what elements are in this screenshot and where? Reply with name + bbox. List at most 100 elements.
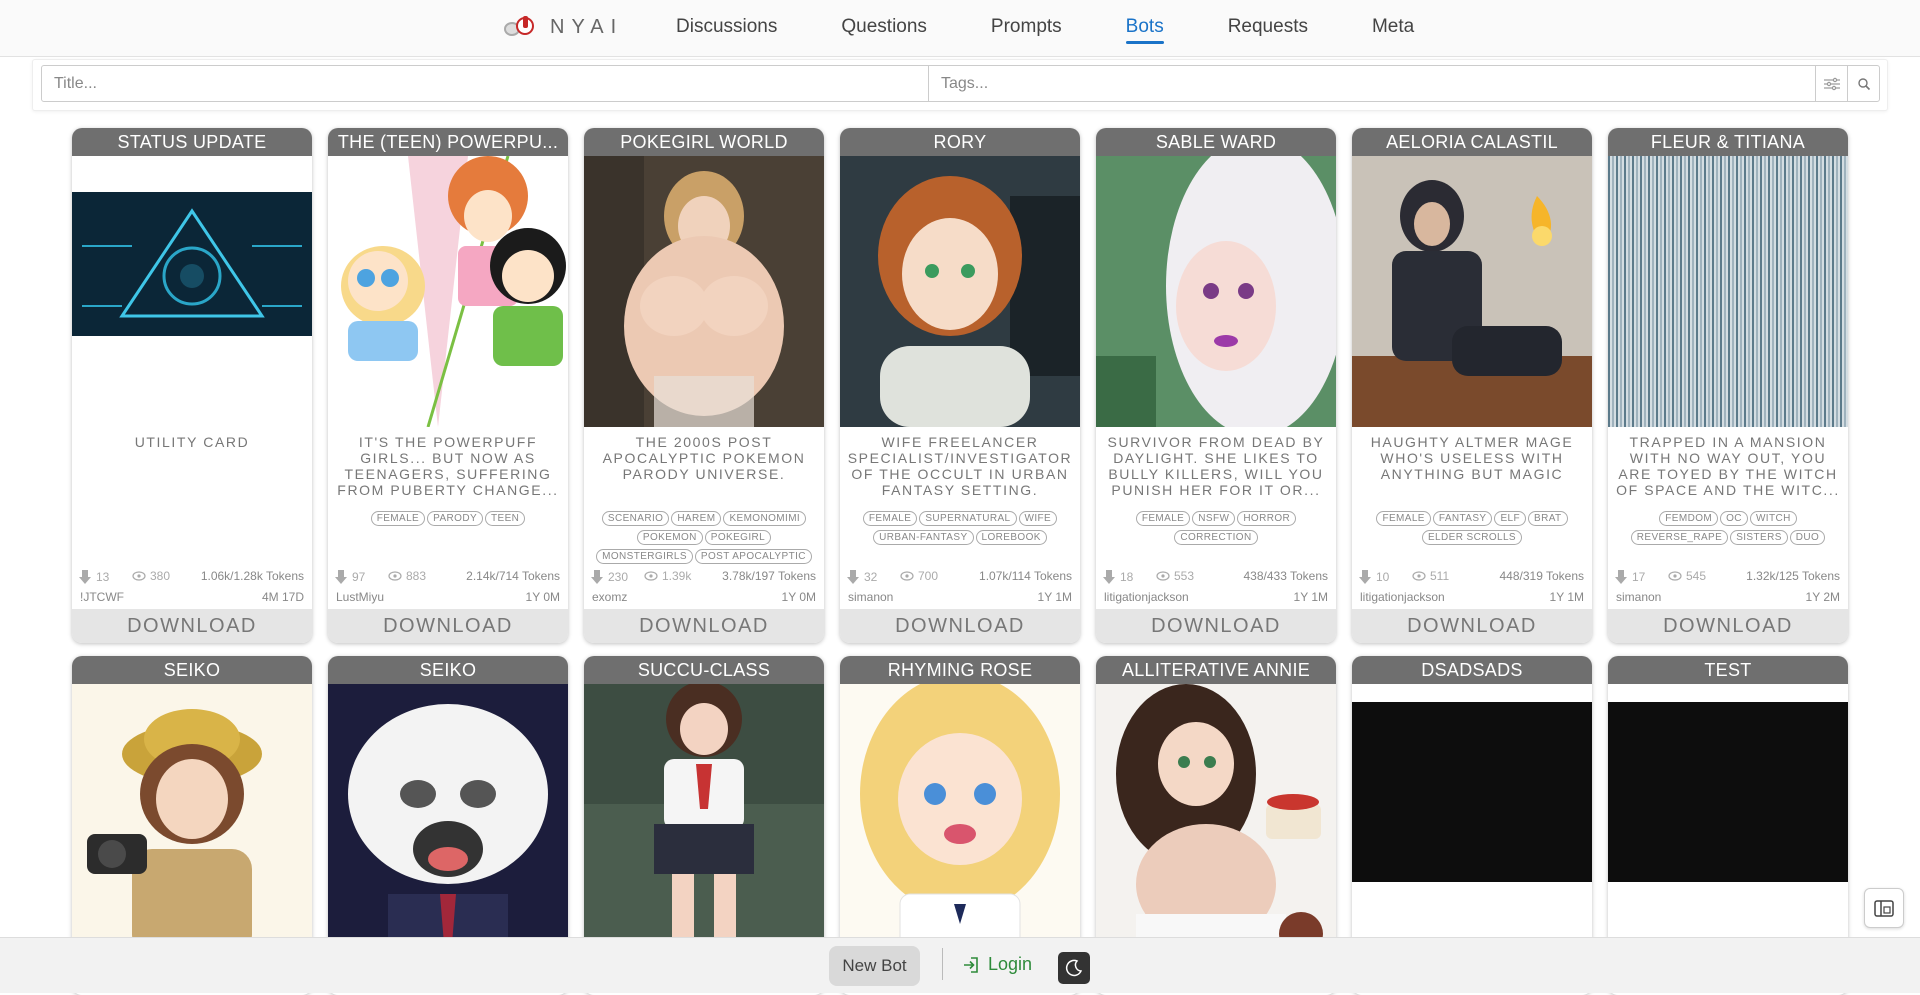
card-image[interactable] — [328, 684, 568, 955]
tag-chip[interactable]: ELF — [1494, 511, 1527, 526]
tag-chip[interactable]: FEMDOM — [1659, 511, 1719, 526]
tag-chip[interactable]: LOREBOOK — [975, 530, 1047, 545]
card-title[interactable]: ALLITERATIVE ANNIE — [1096, 656, 1336, 684]
bot-card[interactable]: POKEGIRL WORLD THE 2000S POST APOCALYPTI… — [584, 128, 824, 643]
tag-chip[interactable]: SUPERNATURAL — [919, 511, 1017, 526]
view-count: 545 — [1686, 569, 1707, 583]
card-title[interactable]: DSADSADS — [1352, 656, 1592, 684]
tag-chip[interactable]: SCENARIO — [601, 511, 670, 526]
tag-chip[interactable]: POST APOCALYPTIC — [694, 549, 812, 564]
tag-chip[interactable]: FEMALE — [862, 511, 918, 526]
tag-chip[interactable]: DUO — [1789, 530, 1826, 545]
bot-card[interactable]: STATUS UPDATE UTILITY CARD 13 380 1.06k/… — [72, 128, 312, 643]
card-title[interactable]: SEIKO — [328, 656, 568, 684]
card-title[interactable]: RORY — [840, 128, 1080, 156]
bot-card[interactable]: THE (TEEN) POWERPU... IT'S THE POWERPUFF… — [328, 128, 568, 643]
download-button[interactable]: DOWNLOAD — [1096, 609, 1336, 643]
author-link[interactable]: simanon — [1616, 590, 1661, 604]
author-link[interactable]: !JTCWF — [80, 590, 124, 604]
bot-card[interactable]: AELORIA CALASTIL HAUGHTY ALTMER MAGE WHO… — [1352, 128, 1592, 643]
tag-chip[interactable]: POKEMON — [636, 530, 703, 545]
download-button[interactable]: DOWNLOAD — [72, 609, 312, 643]
card-title[interactable]: SUCCU-CLASS — [584, 656, 824, 684]
tag-chip[interactable]: REVERSE_RAPE — [1630, 530, 1729, 545]
tag-chip[interactable]: TEEN — [485, 511, 526, 526]
card-image[interactable] — [328, 156, 568, 427]
login-button[interactable]: Login — [962, 954, 1032, 975]
tag-chip[interactable]: PARODY — [427, 511, 484, 526]
card-image[interactable] — [584, 684, 824, 955]
bot-card[interactable]: SABLE WARD SURVIVOR FROM DEAD BY DAYLIGH… — [1096, 128, 1336, 643]
nav-discussions[interactable]: Discussions — [676, 0, 777, 56]
author-link[interactable]: simanon — [848, 590, 893, 604]
tag-chip[interactable]: URBAN-FANTASY — [873, 530, 974, 545]
tags-search-input[interactable]: Tags... — [929, 65, 1817, 102]
author-link[interactable]: LustMiyu — [336, 590, 384, 604]
tag-chip[interactable]: FEMALE — [1135, 511, 1191, 526]
logo[interactable]: NYAI — [500, 12, 623, 42]
card-title[interactable]: STATUS UPDATE — [72, 128, 312, 156]
eye-icon — [132, 571, 146, 581]
card-image[interactable] — [584, 156, 824, 427]
new-bot-button[interactable]: New Bot — [829, 946, 920, 986]
tag-chip[interactable]: ELDER SCROLLS — [1421, 530, 1522, 545]
card-title[interactable]: SABLE WARD — [1096, 128, 1336, 156]
search-button[interactable] — [1847, 65, 1880, 102]
card-image[interactable] — [840, 684, 1080, 955]
card-image[interactable] — [1352, 156, 1592, 427]
card-image[interactable] — [1096, 684, 1336, 955]
nav-bots[interactable]: Bots — [1125, 0, 1164, 56]
download-button[interactable]: DOWNLOAD — [1608, 609, 1848, 643]
nav-requests[interactable]: Requests — [1228, 0, 1308, 56]
card-title[interactable]: POKEGIRL WORLD — [584, 128, 824, 156]
nav-questions[interactable]: Questions — [841, 0, 927, 56]
card-title[interactable]: TEST — [1608, 656, 1848, 684]
tag-chip[interactable]: WIFE — [1018, 511, 1058, 526]
tag-chip[interactable]: POKEGIRL — [704, 530, 772, 545]
tag-chip[interactable]: FEMALE — [370, 511, 426, 526]
card-title[interactable]: SEIKO — [72, 656, 312, 684]
author-link[interactable]: litigationjackson — [1104, 590, 1189, 604]
card-image[interactable] — [1608, 684, 1848, 955]
download-button[interactable]: DOWNLOAD — [584, 609, 824, 643]
author-link[interactable]: litigationjackson — [1360, 590, 1445, 604]
nav-prompts[interactable]: Prompts — [991, 0, 1062, 56]
tag-chip[interactable]: NSFW — [1192, 511, 1236, 526]
download-count-icon — [335, 570, 347, 584]
tag-chip[interactable]: FANTASY — [1432, 511, 1493, 526]
card-image[interactable] — [1096, 156, 1336, 427]
filter-button[interactable] — [1815, 65, 1848, 102]
tag-chip[interactable]: FEMALE — [1376, 511, 1431, 526]
tag-chip[interactable]: WITCH — [1749, 511, 1797, 526]
card-image[interactable] — [72, 156, 312, 427]
layout-toggle-button[interactable] — [1864, 888, 1904, 928]
tag-chip[interactable]: OC — [1720, 511, 1748, 526]
bot-card[interactable]: FLEUR & TITIANA TRAPPED IN A MANSION WIT… — [1608, 128, 1848, 643]
tag-chip[interactable]: BRAT — [1528, 511, 1568, 526]
tag-chip[interactable]: KEMONOMIMI — [723, 511, 807, 526]
card-meta: !JTCWF 4M 17D — [72, 589, 312, 609]
bottom-bar: New Bot Login — [0, 937, 1920, 993]
download-button[interactable]: DOWNLOAD — [1352, 609, 1592, 643]
tag-chip[interactable]: MONSTERGIRLS — [596, 549, 693, 564]
tag-chip[interactable]: CORRECTION — [1174, 530, 1258, 545]
card-title[interactable]: THE (TEEN) POWERPU... — [328, 128, 568, 156]
tag-chip[interactable]: HAREM — [671, 511, 722, 526]
dark-mode-toggle[interactable] — [1058, 952, 1090, 984]
title-search-input[interactable]: Title... — [41, 65, 929, 102]
download-button[interactable]: DOWNLOAD — [328, 609, 568, 643]
card-image[interactable] — [840, 156, 1080, 427]
tag-chip[interactable]: SISTERS — [1730, 530, 1788, 545]
card-title[interactable]: RHYMING ROSE — [840, 656, 1080, 684]
card-image[interactable] — [72, 684, 312, 955]
nav-meta[interactable]: Meta — [1372, 0, 1414, 56]
card-title[interactable]: AELORIA CALASTIL — [1352, 128, 1592, 156]
tag-chip[interactable]: HORROR — [1237, 511, 1297, 526]
card-title[interactable]: FLEUR & TITIANA — [1608, 128, 1848, 156]
divider — [942, 948, 943, 980]
download-button[interactable]: DOWNLOAD — [840, 609, 1080, 643]
author-link[interactable]: exomz — [592, 590, 627, 604]
bot-card[interactable]: RORY WIFE FREELANCER SPECIALIST/INVESTIG… — [840, 128, 1080, 643]
card-image[interactable] — [1352, 684, 1592, 955]
card-image[interactable] — [1608, 156, 1848, 427]
